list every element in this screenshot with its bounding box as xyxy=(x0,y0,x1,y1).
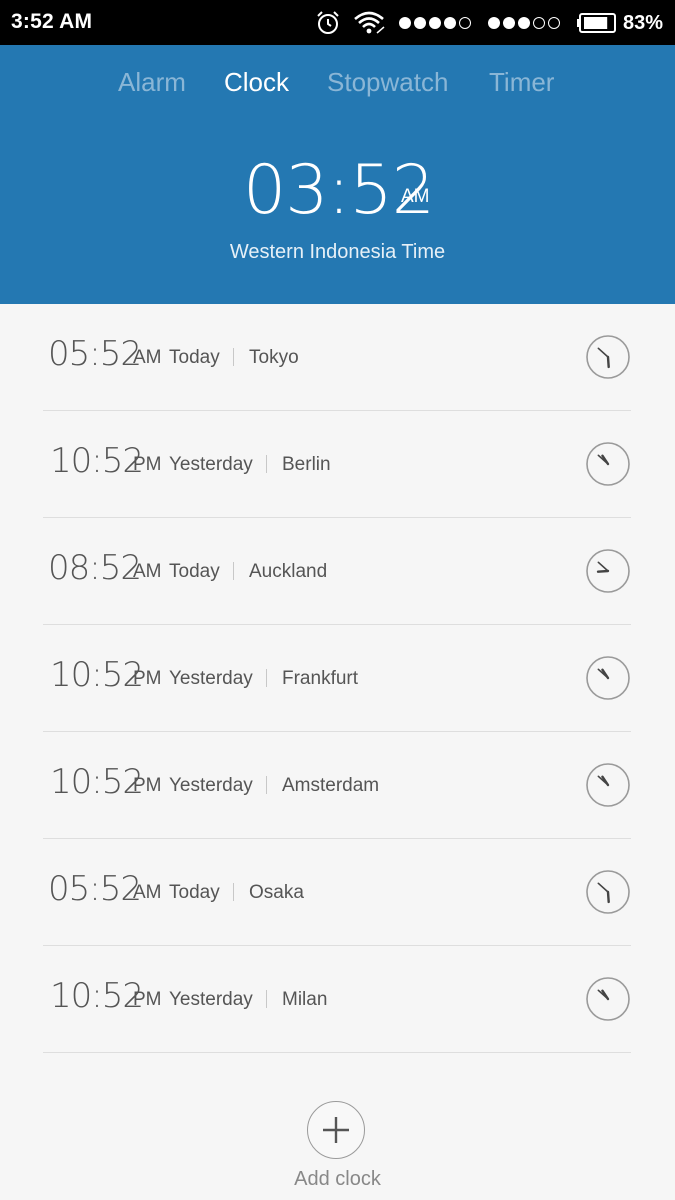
alarm-icon xyxy=(315,10,341,36)
signal-dot xyxy=(458,17,471,29)
signal-dot xyxy=(517,17,530,29)
hour-hand xyxy=(606,355,610,369)
add-clock-label: Add clock xyxy=(294,1168,381,1190)
world-clock-time: 05:52 xyxy=(48,334,142,374)
world-clock-row[interactable]: 10:52 PM Yesterday Frankfurt xyxy=(43,625,631,732)
world-clock-day: Yesterday xyxy=(169,454,253,475)
divider xyxy=(233,883,234,901)
signal-dot xyxy=(547,17,560,29)
plus-icon xyxy=(323,1117,349,1143)
hour-hand xyxy=(606,890,610,904)
world-clock-row[interactable]: 08:52 AM Today Auckland xyxy=(43,518,631,625)
world-clock-ampm: PM xyxy=(133,454,162,475)
divider xyxy=(266,455,267,473)
world-clock-day: Today xyxy=(169,882,220,903)
world-clock-city: Berlin xyxy=(282,454,331,475)
signal-sim1-icon xyxy=(398,17,474,29)
analog-clock-icon xyxy=(586,549,630,593)
analog-clock-icon xyxy=(586,870,630,914)
world-clock-time: 10:52 xyxy=(50,976,144,1016)
world-clock-day: Today xyxy=(169,347,220,368)
analog-clock-icon xyxy=(586,335,630,379)
world-clock-row[interactable]: 05:52 AM Today Tokyo xyxy=(43,304,631,411)
world-clock-list: 05:52 AM Today Tokyo 10:52 PM Yesterday Berlin 0… xyxy=(43,304,631,1053)
hour-hand xyxy=(596,569,610,573)
world-clock-ampm: AM xyxy=(133,347,162,368)
world-clock-city: Auckland xyxy=(249,561,328,582)
divider xyxy=(233,348,234,366)
signal-dot xyxy=(502,17,515,29)
world-clock-row[interactable]: 10:52 PM Yesterday Amsterdam xyxy=(43,732,631,839)
world-clock-ampm: PM xyxy=(133,775,162,796)
divider xyxy=(233,562,234,580)
analog-clock-icon xyxy=(586,977,630,1021)
world-clock-day: Yesterday xyxy=(169,775,253,796)
signal-dot xyxy=(398,17,411,29)
world-clock-city: Tokyo xyxy=(249,347,299,368)
signal-dot xyxy=(532,17,545,29)
world-clock-city: Milan xyxy=(282,989,328,1010)
status-bar: 3:52 AM 83% xyxy=(0,0,675,45)
signal-dot xyxy=(487,17,500,29)
signal-dot xyxy=(428,17,441,29)
analog-clock-icon xyxy=(586,763,630,807)
world-clock-ampm: AM xyxy=(133,882,162,903)
signal-sim2-icon xyxy=(487,17,563,29)
battery-icon: 83% xyxy=(576,11,663,35)
world-clock-time: 05:52 xyxy=(48,869,142,909)
world-clock-time: 10:52 xyxy=(50,655,144,695)
world-clock-city: Amsterdam xyxy=(282,775,380,796)
world-clock-ampm: PM xyxy=(133,668,162,689)
analog-clock-icon xyxy=(586,442,630,486)
world-clock-row[interactable]: 05:52 AM Today Osaka xyxy=(43,839,631,946)
status-icons: 83% xyxy=(303,10,663,36)
local-timezone: Western Indonesia Time xyxy=(229,241,446,263)
signal-dot xyxy=(443,17,456,29)
world-clock-day: Today xyxy=(169,561,220,582)
tab-alarm[interactable]: Alarm xyxy=(118,67,186,98)
tab-clock[interactable]: Clock xyxy=(224,67,289,98)
world-clock-row[interactable]: 10:52 PM Yesterday Milan xyxy=(43,946,631,1053)
local-ampm: AM xyxy=(401,186,430,207)
add-clock-button[interactable] xyxy=(307,1101,365,1159)
tab-timer[interactable]: Timer xyxy=(489,67,554,98)
analog-clock-icon xyxy=(586,656,630,700)
tab-stopwatch[interactable]: Stopwatch xyxy=(327,67,448,98)
world-clock-time: 08:52 xyxy=(48,548,142,588)
world-clock-day: Yesterday xyxy=(169,989,253,1010)
wifi-icon xyxy=(353,11,385,35)
divider xyxy=(266,776,267,794)
minute-hand xyxy=(597,561,609,572)
divider xyxy=(266,669,267,687)
battery-percent: 83% xyxy=(622,11,663,34)
signal-dot xyxy=(413,17,426,29)
world-clock-time: 10:52 xyxy=(50,762,144,802)
clock-header: Alarm Clock Stopwatch Timer 03:52 AM Wes… xyxy=(0,45,675,304)
status-time: 3:52 AM xyxy=(11,10,93,33)
world-clock-ampm: AM xyxy=(133,561,162,582)
world-clock-day: Yesterday xyxy=(169,668,253,689)
world-clock-time: 10:52 xyxy=(50,441,144,481)
minute-hand xyxy=(597,347,609,358)
minute-hand xyxy=(597,882,609,893)
world-clock-row[interactable]: 10:52 PM Yesterday Berlin xyxy=(43,411,631,518)
world-clock-ampm: PM xyxy=(133,989,162,1010)
divider xyxy=(266,990,267,1008)
world-clock-city: Osaka xyxy=(249,882,304,903)
tab-bar: Alarm Clock Stopwatch Timer xyxy=(0,67,675,107)
world-clock-city: Frankfurt xyxy=(282,668,359,689)
